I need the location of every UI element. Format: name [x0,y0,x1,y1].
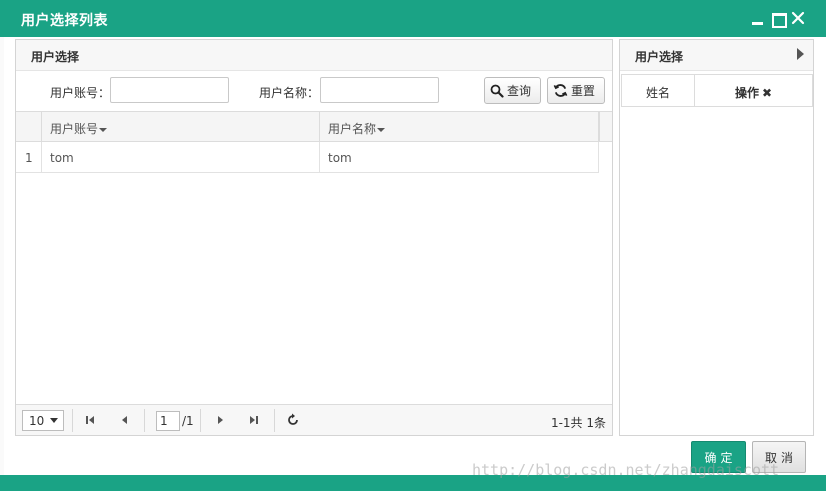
reset-button[interactable]: 重置 [547,77,605,104]
reload-icon[interactable] [285,412,301,428]
pager-info: 1-1共 1条 [550,416,606,430]
close-icon[interactable] [790,10,806,26]
remove-all-icon[interactable]: ✖ [762,86,772,100]
confirm-button[interactable]: 确定 [691,441,746,473]
next-page-icon[interactable] [212,412,228,428]
cell-account: tom [42,142,320,172]
sort-caret-icon [99,127,108,132]
column-header-action[interactable]: 操作 ✖ [695,75,812,106]
reset-button-label: 重置 [571,84,596,98]
prev-page-icon[interactable] [117,412,133,428]
row-number: 1 [16,142,42,172]
search-form: 用户账号： 用户名称： 查询 重置 [16,72,612,110]
dialog-titlebar: 用户选择列表 [0,0,826,37]
total-pages: /1 [182,414,194,428]
pager-divider [144,409,145,432]
account-input[interactable] [110,77,229,103]
dialog-title: 用户选择列表 [21,13,108,29]
current-page-input[interactable]: 1 [156,411,180,431]
last-page-icon[interactable] [246,412,262,428]
minimize-icon[interactable] [750,10,766,26]
pager-divider [200,409,201,432]
column-header-account-label: 用户账号 [50,122,99,136]
collapse-arrow-icon[interactable] [797,48,804,60]
sort-caret-icon [377,127,386,132]
column-header-name[interactable]: 用户名称 [320,112,599,141]
first-page-icon[interactable] [82,412,98,428]
selected-panel-title: 用户选择 [620,40,813,71]
search-icon [490,84,504,98]
name-label: 用户名称： [259,86,320,100]
column-header-action-label: 操作 [734,86,759,100]
query-button[interactable]: 查询 [484,77,541,104]
background-edge [0,37,4,475]
pager-divider [72,409,73,432]
column-header-fullname: 姓名 [622,75,695,106]
dropdown-arrow-icon [50,418,58,423]
refresh-icon [553,83,568,98]
maximize-icon[interactable] [770,10,787,28]
column-header-account[interactable]: 用户账号 [42,112,320,141]
name-input[interactable] [320,77,439,103]
selected-users-panel: 用户选择 姓名 操作 ✖ [619,39,814,436]
page-size-value: 10 [29,414,45,428]
grid-scrollbar-header [599,111,612,142]
cell-name: tom [320,142,599,172]
pager-divider [274,409,275,432]
grid-header: 用户账号 用户名称 [16,111,599,142]
user-list-panel: 用户选择 用户账号： 用户名称： 查询 重置 用户账号 用户名称 1 tom t… [15,39,613,436]
dialog-bottom-bar [0,475,826,491]
page-size-select[interactable]: 10 [22,410,64,431]
table-row[interactable]: 1 tom tom [16,142,599,173]
panel-title: 用户选择 [16,40,612,71]
account-label: 用户账号： [50,86,111,100]
cancel-button[interactable]: 取消 [752,441,806,473]
selected-grid-header: 姓名 操作 ✖ [621,74,813,107]
row-number-header [16,112,42,141]
column-header-name-label: 用户名称 [328,122,377,136]
query-button-label: 查询 [507,84,532,98]
pagination-bar: 10 1 /1 1-1共 1条 [16,404,612,435]
